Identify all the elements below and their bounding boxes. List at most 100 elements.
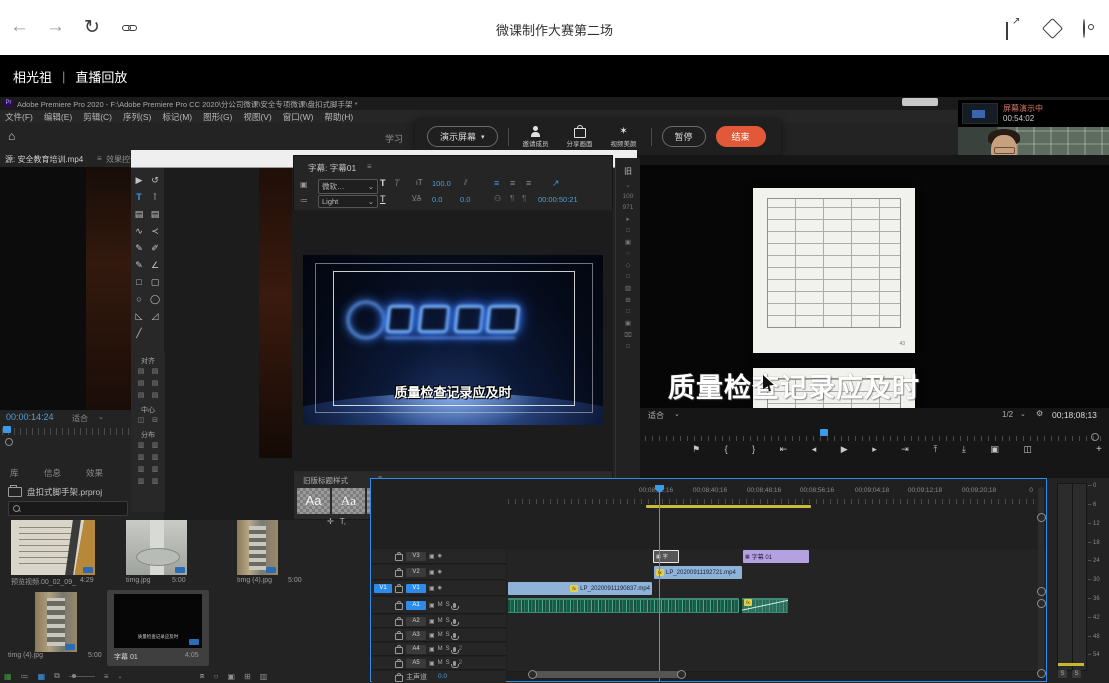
distribute-icon[interactable]: ▥ [134,476,148,488]
menu-help[interactable]: 帮助(H) [324,111,353,123]
wrench-icon[interactable]: ✛ [327,517,334,526]
strip-icon[interactable]: ▸ [626,215,629,223]
forward-icon[interactable]: → [46,16,65,38]
pen-tool[interactable]: ✎ [131,240,147,257]
style-list-icon[interactable]: ≔ [300,196,308,205]
lane-v3[interactable]: ▦字 ▦字幕 01 [507,549,1046,566]
clip-v3-selected[interactable]: ▦字 [653,550,679,563]
lock-icon[interactable] [395,570,403,577]
strip-icon[interactable]: ⊞ [625,296,630,304]
project-item-thumb[interactable] [126,520,187,575]
extract-icon[interactable]: ⤓ [962,444,966,455]
strip-icon[interactable]: □ [626,227,630,234]
project-writable-icon[interactable]: ▦ [4,672,12,681]
panel-menu-icon[interactable]: ≡ [97,154,102,163]
program-ruler[interactable] [645,429,1103,441]
source-scroll-knob[interactable] [5,438,13,446]
sync-lock-icon[interactable]: ▣ [429,585,435,592]
solo-button[interactable]: S [446,660,450,666]
project-item-thumb[interactable] [11,520,95,575]
panel-menu-icon[interactable]: ≡ [367,162,372,171]
source-ruler[interactable] [2,428,129,435]
type-tool[interactable]: T [131,189,147,206]
back-icon[interactable]: ← [10,16,29,38]
new-bin-icon[interactable]: ▣ [227,672,235,681]
invite-members-button[interactable]: 邀请成员 [519,126,553,148]
timeline-hscrollbar[interactable] [531,671,681,678]
timeline-playhead-line[interactable] [659,485,660,681]
add-button-icon[interactable]: + [1096,444,1102,455]
track-header-v3[interactable]: V3 ▣◉ [372,549,506,564]
source-zoom-select[interactable]: 适合 [72,413,88,424]
align-right-text-icon[interactable]: ≡ [526,178,531,188]
selection-tool[interactable]: ▶ [131,172,147,189]
solo-button[interactable]: S [446,632,450,638]
step-forward-icon[interactable]: ▸ [872,444,877,455]
delete-icon[interactable]: ▥ [260,672,268,681]
strip-icon[interactable]: ◇ [626,261,631,269]
scroll-knob[interactable] [1037,669,1046,678]
mute-button[interactable]: M [438,602,443,608]
source-patch-v1[interactable]: V1 [374,584,392,593]
track-header-v1[interactable]: V1 V1 ▣◉ [372,581,506,596]
strip-icon[interactable]: □ [626,343,630,350]
scroll-knob[interactable] [1037,513,1046,522]
track-visibility-icon[interactable]: ◉ [438,553,442,559]
zoom-handle-right[interactable] [677,670,686,679]
step-back-icon[interactable]: ◂ [812,444,817,455]
video-beauty-button[interactable]: ✶ 视频美颜 [607,126,641,148]
sync-lock-icon[interactable]: ▣ [429,602,435,609]
lift-icon[interactable]: ⤒ [933,444,937,455]
title-style-swatch[interactable]: Aa [332,488,365,514]
lock-icon[interactable] [395,554,403,561]
end-button[interactable]: 结束 [716,126,766,147]
track-header-a1[interactable]: A1 ▣ M S [372,597,506,614]
solo-right-button[interactable]: S [1072,670,1081,678]
clip-v3-caption[interactable]: ▦字幕 01 [743,550,809,563]
project-file-row[interactable]: 盘扣式脚手架.prproj [8,486,102,498]
strip-icon[interactable]: ▨ [625,284,631,292]
project-item-thumb[interactable] [35,592,77,652]
mute-button[interactable]: M [438,632,443,638]
track-visibility-icon[interactable]: ◉ [438,585,442,591]
underline-icon[interactable]: T [380,194,386,204]
automate-sequence-icon[interactable]: ⧈ [200,671,205,681]
solo-button[interactable]: S [446,646,450,652]
track-header-a2[interactable]: A2 ▣ M S [372,615,506,628]
rounded-rect-tool[interactable]: ▢ [147,274,163,291]
distribute-icon[interactable]: ▥ [148,440,162,452]
tab-info[interactable]: 信息 [44,467,61,479]
area-type-tool[interactable]: ▤ [131,206,147,223]
play-icon[interactable]: ▶ [841,444,848,455]
distribute-icon[interactable]: ▥ [134,464,148,476]
delete-anchor-tool[interactable]: ✐ [147,240,163,257]
align-bottom-icon[interactable]: ▤ [148,390,162,402]
track-header-master[interactable]: 主声道 0.0 [372,671,506,682]
title-video-preview[interactable]: 质量检查记录应及时 [303,255,603,425]
center-vertical-icon[interactable]: ⊟ [148,415,162,427]
share-screen-button[interactable]: 分享画面 [563,126,597,148]
voiceover-mic-icon[interactable] [453,603,456,608]
lock-icon[interactable] [395,647,403,654]
lock-icon[interactable] [395,603,403,610]
type-icon[interactable]: T, [340,517,346,526]
sort-caret-icon[interactable]: ⌄ [118,673,123,680]
italic-icon[interactable]: T [394,178,400,188]
align-right-icon[interactable]: ▤ [134,390,148,402]
program-playhead[interactable] [820,429,828,436]
mute-button[interactable]: M [438,660,443,666]
list-view-icon[interactable]: ≔ [21,672,29,681]
align-center-v-icon[interactable]: ▤ [148,378,162,390]
lock-icon[interactable] [395,619,403,626]
audio-clip-1[interactable] [508,598,739,613]
solo-button[interactable]: S [446,618,450,624]
convert-anchor-tool[interactable]: ∠ [147,257,163,274]
vertical-area-type-tool[interactable]: ▤ [147,206,163,223]
title-style-swatch[interactable]: Aa [297,488,330,514]
strip-icon[interactable]: ▣ [625,319,631,327]
zoom-slider[interactable] [69,676,95,677]
distribute-icon[interactable]: ▥ [134,440,148,452]
lock-icon[interactable] [395,661,403,668]
menu-clip[interactable]: 剪辑(C) [83,111,112,123]
track-header-a4[interactable]: A4 ▣ M S 2 [372,643,506,656]
